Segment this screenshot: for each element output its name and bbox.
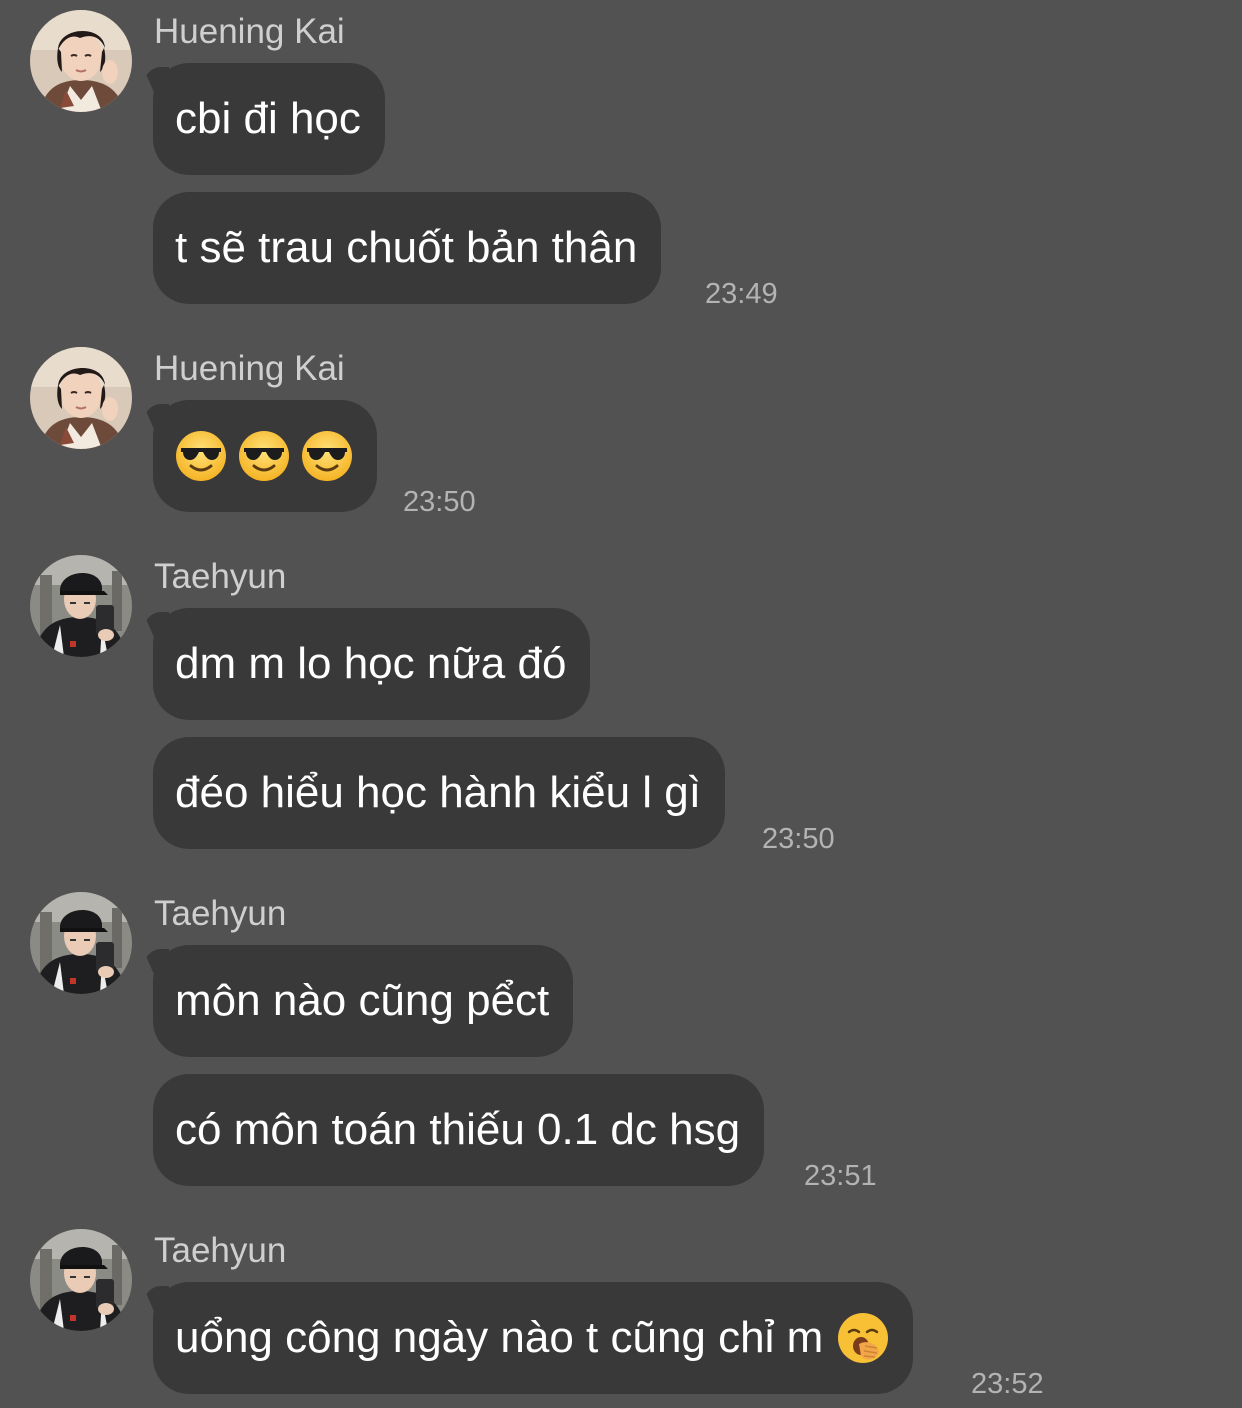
- sunglasses-emoji-icon: [301, 430, 353, 482]
- message-text: dm m lo học nữa đó: [175, 639, 567, 688]
- message-bubble[interactable]: cbi đi học: [153, 63, 385, 175]
- sender-name: Huening Kai: [154, 349, 345, 388]
- yawning-face-emoji-icon: [837, 1312, 889, 1364]
- message-timestamp: 23:50: [403, 486, 476, 518]
- sunglasses-emoji-icon: [175, 430, 227, 482]
- huening-kai-avatar[interactable]: [30, 10, 132, 112]
- sender-name: Taehyun: [154, 1231, 287, 1270]
- message-bubble[interactable]: uổng công ngày nào t cũng chỉ m: [153, 1282, 914, 1394]
- taehyun-avatar[interactable]: [30, 1229, 132, 1331]
- taehyun-avatar[interactable]: [30, 555, 132, 657]
- taehyun-avatar[interactable]: [30, 892, 132, 994]
- message-bubble[interactable]: có môn toán thiếu 0.1 dc hsg: [153, 1074, 765, 1186]
- message-bubble[interactable]: đéo hiểu học hành kiểu l gì: [153, 737, 725, 849]
- message-text: môn nào cũng pểct: [175, 976, 550, 1025]
- message-bubble[interactable]: t sẽ trau chuốt bản thân: [153, 192, 662, 304]
- message-timestamp: 23:52: [971, 1368, 1044, 1400]
- message-text: t sẽ trau chuốt bản thân: [175, 223, 638, 272]
- sender-name: Taehyun: [154, 557, 287, 596]
- message-timestamp: 23:50: [762, 823, 835, 855]
- sunglasses-emoji-icon: [238, 430, 290, 482]
- message-bubble[interactable]: dm m lo học nữa đó: [153, 608, 591, 720]
- emoji-bubble[interactable]: [153, 400, 377, 512]
- sender-name: Taehyun: [154, 894, 287, 933]
- huening-kai-avatar[interactable]: [30, 347, 132, 449]
- message-timestamp: 23:49: [705, 278, 778, 310]
- message-timestamp: 23:51: [804, 1160, 877, 1192]
- message-text: cbi đi học: [175, 94, 361, 143]
- message-text: có môn toán thiếu 0.1 dc hsg: [175, 1105, 741, 1154]
- sender-name: Huening Kai: [154, 12, 345, 51]
- message-text: đéo hiểu học hành kiểu l gì: [175, 768, 701, 817]
- message-bubble[interactable]: môn nào cũng pểct: [153, 945, 574, 1057]
- message-text: uổng công ngày nào t cũng chỉ m: [175, 1313, 824, 1362]
